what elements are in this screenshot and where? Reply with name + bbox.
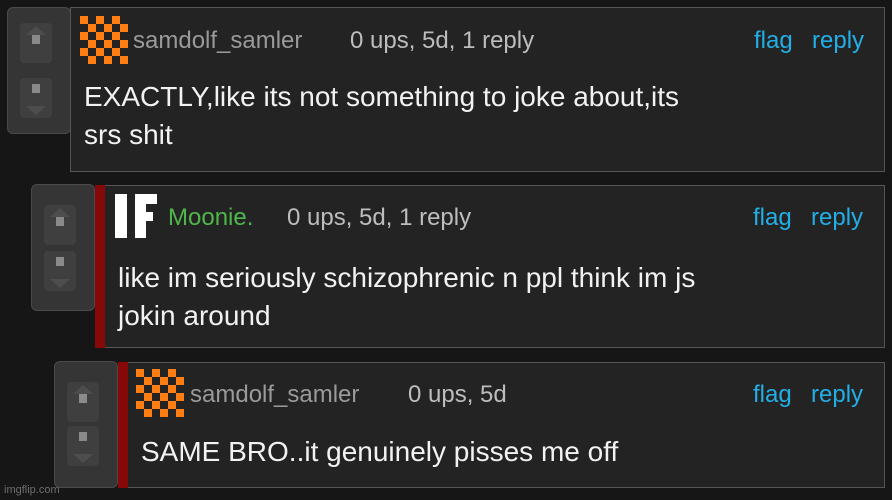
vote-panel xyxy=(31,184,95,311)
comment-meta: 0 ups, 5d, 1 reply xyxy=(287,204,472,231)
comment: samdolf_samler 0 ups, 5d, 1 reply flag r… xyxy=(70,7,885,172)
flag-button[interactable]: flag xyxy=(753,204,792,232)
upvote-button[interactable] xyxy=(44,205,76,245)
comment-line: EXACTLY,like its not something to joke a… xyxy=(84,81,680,112)
comment-meta: 0 ups, 5d, 1 reply xyxy=(350,27,535,54)
comment-line: jokin around xyxy=(118,300,271,331)
comment-body: SAME BRO..it genuinely pisses me off xyxy=(141,433,618,471)
watermark: imgflip.com xyxy=(4,484,60,496)
reply-button[interactable]: reply xyxy=(811,381,863,409)
downvote-button[interactable] xyxy=(67,426,99,466)
comment-line: srs shit xyxy=(84,119,173,150)
comment-body: EXACTLY,like its not something to joke a… xyxy=(84,78,679,154)
comment-body: like im seriously schizophrenic n ppl th… xyxy=(118,259,695,335)
comment-line: SAME BRO..it genuinely pisses me off xyxy=(141,436,619,467)
downvote-button[interactable] xyxy=(20,78,52,118)
downvote-arrow-icon xyxy=(50,279,70,288)
downvote-arrow-icon xyxy=(26,106,46,115)
comment: Moonie. 0 ups, 5d, 1 reply flag reply li… xyxy=(105,185,885,348)
downvote-button[interactable] xyxy=(44,251,76,291)
upvote-arrow-icon xyxy=(26,26,46,35)
flag-button[interactable]: flag xyxy=(753,381,792,409)
upvote-button[interactable] xyxy=(20,23,52,63)
upvote-arrow-icon xyxy=(50,208,70,217)
vote-panel xyxy=(7,7,71,134)
username-link[interactable]: Moonie. xyxy=(168,204,253,232)
vote-panel xyxy=(54,361,118,488)
username-link[interactable]: samdolf_samler xyxy=(190,381,359,409)
reply-button[interactable]: reply xyxy=(812,27,864,55)
username-link[interactable]: samdolf_samler xyxy=(133,27,302,55)
comment-line: like im seriously schizophrenic n ppl th… xyxy=(118,262,696,293)
reply-indent-bar xyxy=(118,362,128,488)
flag-button[interactable]: flag xyxy=(754,27,793,55)
upvote-button[interactable] xyxy=(67,382,99,422)
downvote-arrow-icon xyxy=(73,454,93,463)
upvote-arrow-icon xyxy=(73,385,93,394)
reply-indent-bar xyxy=(95,185,105,348)
IF-letters-avatar-icon[interactable] xyxy=(113,192,161,240)
comment: samdolf_samler 0 ups, 5d flag reply SAME… xyxy=(128,362,885,488)
comment-meta: 0 ups, 5d xyxy=(408,381,507,408)
reply-button[interactable]: reply xyxy=(811,204,863,232)
checkerboard-avatar-icon[interactable] xyxy=(80,16,128,64)
checkerboard-avatar-icon[interactable] xyxy=(136,369,184,417)
